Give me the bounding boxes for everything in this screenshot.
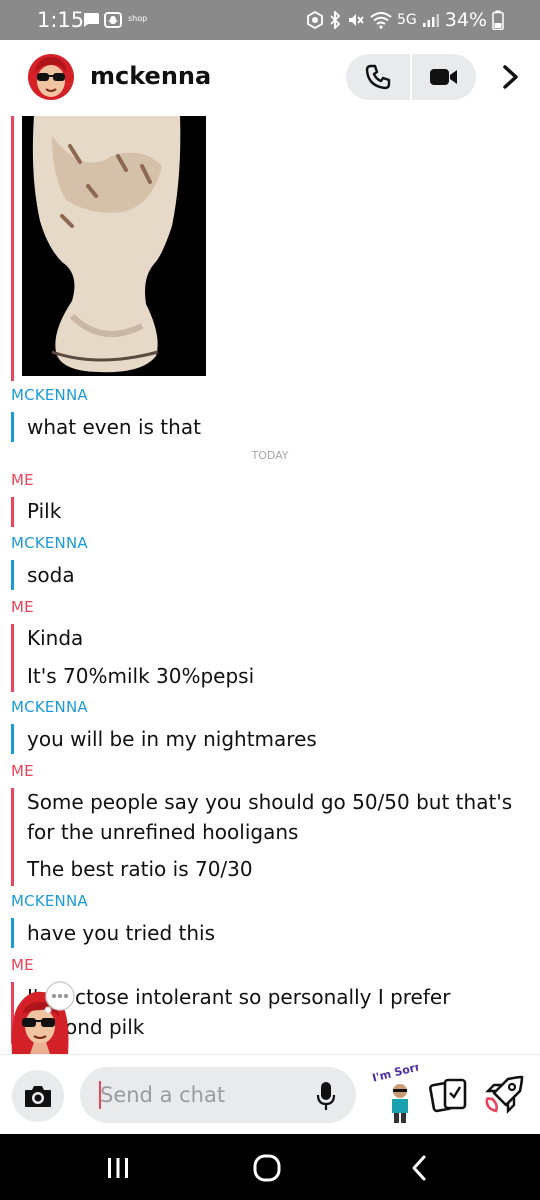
chevron-right-icon <box>503 65 518 89</box>
message-bar <box>11 624 14 692</box>
sticker-text: I'm Sorry <box>371 1063 418 1085</box>
sender-label: ME <box>11 598 34 616</box>
sender-label: ME <box>11 956 34 974</box>
message-bar <box>11 560 14 590</box>
cards-button[interactable] <box>428 1075 470 1115</box>
message-bar <box>11 788 14 886</box>
recent-apps-icon <box>108 1158 128 1178</box>
day-separator: TODAY <box>251 449 289 462</box>
shop-label: shop <box>128 14 148 23</box>
snap-image-bar <box>11 116 14 381</box>
message-text[interactable]: for the unrefined hooligans <box>27 817 535 847</box>
message-bar <box>11 724 14 754</box>
chat-thread[interactable]: MCKENNA what even is that TODAY ME Pilk … <box>0 116 540 1054</box>
message-bar <box>11 918 14 948</box>
bitmoji-sticker-button[interactable]: I'm Sorry <box>370 1058 429 1125</box>
recent-apps-button[interactable] <box>93 1150 143 1186</box>
sender-label: MCKENNA <box>11 892 88 910</box>
wifi-icon <box>370 12 392 29</box>
call-actions <box>346 54 476 100</box>
sender-label: MCKENNA <box>11 386 88 404</box>
status-time: 1:15 <box>37 8 85 32</box>
network-label: 5G <box>397 12 417 28</box>
battery-icon <box>492 10 504 30</box>
avatar[interactable] <box>27 53 75 101</box>
message-text[interactable]: what even is that <box>27 412 535 442</box>
voice-call-button[interactable] <box>346 54 410 100</box>
contact-name[interactable]: mckenna <box>90 62 211 90</box>
message-bar <box>11 412 14 442</box>
sender-label: MCKENNA <box>11 534 88 552</box>
microphone-icon <box>316 1082 336 1110</box>
video-call-button[interactable] <box>412 54 476 100</box>
system-nav-bar <box>0 1134 540 1200</box>
chat-options-button[interactable] <box>494 60 528 94</box>
back-icon <box>412 1155 426 1181</box>
snap-image[interactable] <box>22 116 206 376</box>
sender-label: ME <box>11 471 34 489</box>
message-text[interactable]: soda <box>27 560 535 590</box>
microphone-button[interactable] <box>310 1079 342 1113</box>
home-button[interactable] <box>242 1150 292 1186</box>
message-text[interactable]: The best ratio is 70/30 <box>27 854 535 884</box>
sender-label: ME <box>11 762 34 780</box>
message-text[interactable]: Some people say you should go 50/50 but … <box>27 787 535 817</box>
message-bar <box>11 497 14 527</box>
sender-label: MCKENNA <box>11 698 88 716</box>
chat-input-bar: I'm Sorry <box>0 1054 540 1134</box>
status-icons: 5G 34% <box>307 8 504 32</box>
chat-header: mckenna <box>0 40 540 116</box>
snapchat-ghost-icon <box>104 12 122 28</box>
text-caret <box>99 1081 101 1109</box>
message-text[interactable]: have you tried this <box>27 918 535 948</box>
video-camera-icon <box>430 69 457 85</box>
bitmoji-sticker-icon: I'm Sorry <box>371 1058 429 1123</box>
mute-icon <box>349 14 364 26</box>
message-text[interactable]: Pilk <box>27 496 535 526</box>
message-text[interactable]: you will be in my nightmares <box>27 724 535 754</box>
phone-icon <box>365 64 391 90</box>
rocket-icon <box>485 1075 524 1114</box>
home-icon <box>253 1154 281 1182</box>
message-text[interactable]: It's 70%milk 30%pepsi <box>27 661 535 691</box>
message-text[interactable]: Kinda <box>27 623 535 653</box>
camera-button[interactable] <box>12 1070 64 1122</box>
message-text-partial[interactable]: ond pilk <box>65 1012 535 1042</box>
camera-icon <box>25 1086 51 1107</box>
battery-percent: 34% <box>444 9 487 31</box>
bluetooth-icon <box>330 11 341 29</box>
games-button[interactable] <box>484 1073 526 1115</box>
message-icon <box>84 13 99 27</box>
back-button[interactable] <box>394 1150 444 1186</box>
status-bar: 1:15 shop 5G 34% <box>0 0 540 40</box>
signal-icon <box>422 14 439 27</box>
cards-icon <box>429 1078 467 1113</box>
data-saver-icon <box>307 11 323 29</box>
typing-bitmoji <box>11 981 75 1054</box>
message-text-partial[interactable]: ctose intolerant so personally I prefer <box>75 982 535 1012</box>
